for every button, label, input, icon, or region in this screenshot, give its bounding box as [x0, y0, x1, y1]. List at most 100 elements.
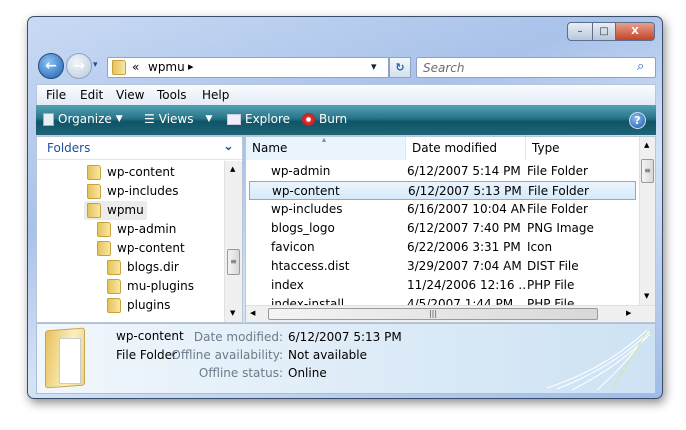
- menu-view[interactable]: View: [116, 88, 144, 102]
- folder-tree-item[interactable]: plugins: [104, 296, 173, 315]
- file-name: blogs_logo: [271, 221, 335, 235]
- folder-tree-label: mu-plugins: [127, 279, 194, 293]
- folder-icon: [107, 260, 121, 275]
- crumb-arrow-icon[interactable]: ▸: [188, 60, 194, 73]
- menu-tools[interactable]: Tools: [157, 88, 187, 102]
- minimize-button[interactable]: –: [567, 22, 593, 41]
- organize-button[interactable]: Organize ▼: [43, 112, 123, 126]
- folders-header[interactable]: Folders ⌄: [37, 137, 242, 160]
- folder-icon: [87, 165, 101, 180]
- scrollbar-thumb[interactable]: ≡: [641, 159, 654, 183]
- file-name: htaccess.dist: [271, 259, 350, 273]
- help-button[interactable]: ?: [629, 112, 646, 129]
- scrollbar-thumb[interactable]: |||: [268, 308, 598, 320]
- scroll-up-icon[interactable]: ▲: [230, 165, 235, 173]
- file-row[interactable]: wp-admin 6/12/2007 5:14 PM File Folder: [249, 162, 636, 181]
- file-row[interactable]: index 11/24/2006 12:16 ... PHP File: [249, 276, 636, 295]
- scroll-down-icon[interactable]: ▼: [230, 309, 235, 317]
- folder-tree-label: plugins: [127, 298, 171, 312]
- file-list-vertical-scrollbar[interactable]: ▲ ≡ ▼: [639, 137, 655, 305]
- folder-icon: [112, 60, 126, 75]
- folder-tree-item[interactable]: blogs.dir: [104, 258, 182, 277]
- burn-button[interactable]: Burn: [302, 112, 347, 126]
- explore-button[interactable]: Explore: [227, 112, 290, 126]
- folder-tree-item[interactable]: mu-plugins: [104, 277, 197, 296]
- menu-bar: File Edit View Tools Help: [36, 84, 656, 105]
- column-header-date[interactable]: Date modified: [406, 137, 526, 160]
- refresh-button[interactable]: ↻: [389, 57, 411, 78]
- file-type: PHP File: [527, 278, 575, 292]
- folder-icon: [87, 203, 101, 218]
- folder-tree-item[interactable]: wp-content: [84, 163, 178, 182]
- folders-scrollbar[interactable]: ▲ ≡ ▼: [224, 161, 242, 322]
- file-row[interactable]: μfavicon6/22/2006 3:31 PMIcon: [249, 238, 636, 257]
- folder-tree-label: wp-content: [117, 241, 185, 255]
- file-row[interactable]: htaccess.dist 3/29/2007 7:04 AM DIST File: [249, 257, 636, 276]
- column-label: Date modified: [412, 141, 498, 155]
- file-type: File Folder: [527, 164, 588, 178]
- scroll-right-icon[interactable]: ▶: [626, 309, 631, 317]
- views-button[interactable]: ☰ Views ▼: [144, 112, 212, 126]
- search-placeholder: Search: [423, 61, 465, 75]
- menu-edit[interactable]: Edit: [80, 88, 103, 102]
- back-button[interactable]: ←: [38, 53, 64, 79]
- file-row[interactable]: blogs_logo 6/12/2007 7:40 PM PNG Image: [249, 219, 636, 238]
- column-header-type[interactable]: Type: [526, 137, 641, 160]
- explore-icon: [227, 113, 241, 125]
- details-label-offline-availability: Offline availability:: [171, 348, 283, 362]
- file-name: favicon: [271, 240, 315, 254]
- folder-icon: [97, 241, 111, 256]
- search-box[interactable]: Search ⌕: [416, 57, 656, 78]
- folder-tree-item[interactable]: wp-includes: [84, 182, 182, 201]
- folder-tree-item[interactable]: wp-admin: [94, 220, 179, 239]
- folder-icon: [107, 279, 121, 294]
- scroll-up-icon[interactable]: ▲: [644, 141, 649, 149]
- menu-help[interactable]: Help: [202, 88, 229, 102]
- column-label: Type: [532, 141, 560, 155]
- chevron-down-icon[interactable]: ⌄: [223, 139, 234, 154]
- file-type: DIST File: [527, 259, 579, 273]
- explore-label: Explore: [245, 112, 291, 126]
- scroll-down-icon[interactable]: ▼: [644, 292, 649, 300]
- menu-file[interactable]: File: [46, 88, 66, 102]
- address-crumb-wpmu[interactable]: wpmu: [148, 60, 185, 74]
- scroll-left-icon[interactable]: ◀: [250, 309, 255, 317]
- search-icon[interactable]: ⌕: [637, 59, 644, 74]
- address-dropdown[interactable]: ▾: [371, 60, 377, 73]
- folder-icon: [87, 184, 101, 199]
- folder-icon: [107, 298, 121, 313]
- file-name: wp-content: [272, 184, 340, 198]
- recent-pages-dropdown[interactable]: ▾: [93, 60, 98, 70]
- file-date: 6/16/2007 10:04 AM: [407, 202, 525, 216]
- folders-title: Folders: [47, 141, 91, 155]
- folder-tree-item[interactable]: wpmu: [84, 201, 147, 220]
- file-list-horizontal-scrollbar[interactable]: ◀ ||| ▶: [246, 305, 655, 322]
- maximize-button[interactable]: □: [592, 22, 616, 41]
- address-overflow[interactable]: «: [132, 60, 139, 74]
- file-type: Icon: [527, 240, 553, 254]
- address-bar[interactable]: « wpmu ▸ ▾: [107, 57, 389, 78]
- details-pane: wp-content File Folder Date modified: 6/…: [36, 323, 656, 394]
- details-label-offline-status: Offline status:: [198, 366, 283, 380]
- sort-ascending-icon: ▴: [322, 135, 327, 144]
- file-date: 6/22/2006 3:31 PM: [407, 240, 521, 254]
- file-date: 6/12/2007 7:40 PM: [407, 221, 521, 235]
- organize-label: Organize: [58, 112, 112, 126]
- folder-tree-item[interactable]: wp-content: [94, 239, 188, 258]
- views-label: Views: [158, 112, 194, 126]
- file-date: 6/12/2007 5:14 PM: [407, 164, 521, 178]
- command-bar: Organize ▼ ☰ Views ▼ Explore Burn ?: [36, 105, 656, 135]
- scrollbar-thumb[interactable]: ≡: [227, 249, 240, 275]
- column-header-name[interactable]: Name ▴: [246, 135, 406, 160]
- file-date: 3/29/2007 7:04 AM: [407, 259, 522, 273]
- file-row[interactable]: wp-content 6/12/2007 5:13 PM File Folder: [249, 181, 636, 200]
- folder-tree-label: wp-content: [107, 165, 175, 179]
- file-type: PNG Image: [527, 221, 594, 235]
- close-button[interactable]: X: [615, 22, 655, 41]
- burn-label: Burn: [319, 112, 348, 126]
- forward-button[interactable]: →: [66, 53, 92, 79]
- file-row[interactable]: wp-includes 6/16/2007 10:04 AM File Folder: [249, 200, 636, 219]
- decorative-swoosh-icon: [546, 329, 651, 390]
- chevron-down-icon: ▼: [205, 114, 213, 124]
- file-name: wp-includes: [271, 202, 343, 216]
